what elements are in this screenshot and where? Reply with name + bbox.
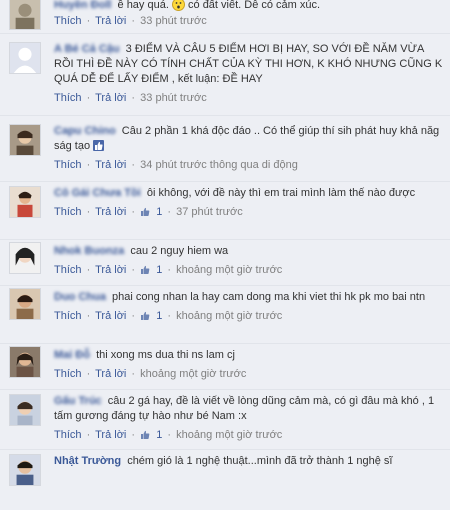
like-link[interactable]: Thích bbox=[54, 15, 82, 27]
avatar[interactable] bbox=[9, 242, 41, 274]
comment-text: phai cong nhan la hay cam dong ma khi vi… bbox=[112, 291, 426, 303]
avatar[interactable] bbox=[9, 346, 41, 378]
like-count[interactable]: 1 bbox=[156, 310, 162, 322]
like-link[interactable]: Thích bbox=[54, 159, 82, 171]
comment-item: A Bé Cả Cậu 3 ĐIỂM VÀ CÂU 5 ĐIỂM HƠI BỊ … bbox=[0, 34, 450, 116]
avatar[interactable] bbox=[9, 0, 41, 30]
separator: · bbox=[167, 206, 172, 218]
timestamp[interactable]: 34 phút trước bbox=[140, 159, 207, 171]
comment-text: cau 2 nguy hiem wa bbox=[130, 245, 229, 257]
comment-actions: Thích · Trả lời · khoảng một giờ trước bbox=[54, 367, 444, 382]
comment-text: chém gió là 1 nghệ thuật...mình đã trở t… bbox=[127, 455, 393, 467]
comment-author[interactable]: A Bé Cả Cậu bbox=[54, 43, 120, 55]
timestamp[interactable]: 33 phút trước bbox=[140, 92, 207, 104]
reply-link[interactable]: Trả lời bbox=[95, 159, 126, 171]
reply-link[interactable]: Trả lời bbox=[95, 264, 126, 276]
like-count[interactable]: 1 bbox=[156, 264, 162, 276]
comment-text-continued: có đất viết. Dễ có cảm xúc. bbox=[188, 0, 321, 11]
comment-item: Gấu Trúc câu 2 gá hay, đề là viết về lòn… bbox=[0, 390, 450, 450]
separator: · bbox=[86, 264, 91, 276]
comment-author[interactable]: Cô Gái Chưa Tồi bbox=[54, 187, 141, 199]
timestamp[interactable]: khoảng một giờ trước bbox=[176, 264, 282, 276]
like-link[interactable]: Thích bbox=[54, 206, 82, 218]
comment-actions: Thích · Trả lời · 34 phút trước thông qu… bbox=[54, 158, 444, 173]
like-count[interactable]: 1 bbox=[156, 429, 162, 441]
comment-item: Capu Chino Câu 2 phần 1 khá độc đáo .. C… bbox=[0, 116, 450, 182]
like-count-icon bbox=[140, 206, 151, 217]
separator: · bbox=[131, 92, 136, 104]
comment-author[interactable]: Mai Đỗ bbox=[54, 349, 90, 361]
separator: · bbox=[86, 92, 91, 104]
separator: · bbox=[86, 15, 91, 27]
avatar[interactable] bbox=[9, 186, 41, 218]
comment-text: ôi không, với đề này thì em trai mình là… bbox=[146, 187, 416, 199]
like-link[interactable]: Thích bbox=[54, 429, 82, 441]
separator: · bbox=[131, 159, 136, 171]
separator: · bbox=[167, 310, 172, 322]
comment-text: ề hay quá. bbox=[117, 0, 169, 11]
reply-link[interactable]: Trả lời bbox=[95, 368, 126, 380]
reply-link[interactable]: Trả lời bbox=[95, 310, 126, 322]
comment-actions: Thích · Trả lời · 1 · khoảng một giờ trư… bbox=[54, 263, 444, 278]
timestamp[interactable]: 37 phút trước bbox=[176, 206, 243, 218]
separator: · bbox=[131, 15, 136, 27]
comment-text: thi xong ms dua thi ns lam cj bbox=[96, 349, 235, 361]
separator: · bbox=[131, 264, 136, 276]
separator: · bbox=[131, 310, 136, 322]
reply-link[interactable]: Trả lời bbox=[95, 92, 126, 104]
avatar[interactable] bbox=[9, 454, 41, 486]
separator: · bbox=[86, 159, 91, 171]
like-count-icon bbox=[140, 310, 151, 321]
comment-actions: Thích · Trả lời · 33 phút trước bbox=[54, 91, 444, 106]
avatar[interactable] bbox=[9, 288, 41, 320]
timestamp[interactable]: khoảng một giờ trước bbox=[176, 310, 282, 322]
separator: · bbox=[167, 264, 172, 276]
timestamp[interactable]: khoảng một giờ trước bbox=[176, 429, 282, 441]
avatar[interactable] bbox=[9, 42, 41, 74]
comment-text: câu 2 gá hay, đề là viết về lòng dũng cả… bbox=[54, 395, 435, 422]
like-link[interactable]: Thích bbox=[54, 310, 82, 322]
comment-feed: Huyền Đoll ề hay quá. có đất viết. Dễ có… bbox=[0, 0, 450, 510]
comment-item: Cô Gái Chưa Tồi ôi không, với đề này thì… bbox=[0, 182, 450, 240]
comment-actions: Thích · Trả lời · 33 phút trước bbox=[54, 14, 444, 29]
reply-link[interactable]: Trả lời bbox=[95, 429, 126, 441]
comment-actions: Thích · Trả lời · 1 · khoảng một giờ trư… bbox=[54, 428, 444, 443]
comment-actions: Thích · Trả lời · 1 · khoảng một giờ trư… bbox=[54, 309, 444, 324]
separator: · bbox=[167, 429, 172, 441]
comment-item: Mai Đỗ thi xong ms dua thi ns lam cj Thí… bbox=[0, 344, 450, 390]
avatar[interactable] bbox=[9, 124, 41, 156]
timestamp[interactable]: 33 phút trước bbox=[140, 15, 207, 27]
comment-author[interactable]: Nhật Trường bbox=[54, 455, 121, 467]
comment-actions: Thích · Trả lời · 1 · 37 phút trước bbox=[54, 205, 444, 220]
like-count-icon bbox=[140, 264, 151, 275]
comment-author[interactable]: Nhok Buonza bbox=[54, 245, 124, 257]
confused-emoji-icon bbox=[171, 0, 185, 11]
like-link[interactable]: Thích bbox=[54, 92, 82, 104]
separator: · bbox=[131, 429, 136, 441]
comment-item: Nhật Trường chém gió là 1 nghệ thuật...m… bbox=[0, 450, 450, 510]
posted-via-mobile[interactable]: thông qua di động bbox=[210, 159, 298, 171]
comment-item: Nhok Buonza cau 2 nguy hiem wa Thích · T… bbox=[0, 240, 450, 286]
like-link[interactable]: Thích bbox=[54, 264, 82, 276]
separator: · bbox=[86, 310, 91, 322]
comment-author[interactable]: Huyền Đoll bbox=[54, 0, 111, 11]
separator: · bbox=[86, 206, 91, 218]
like-link[interactable]: Thích bbox=[54, 368, 82, 380]
comment-item: Duo Chua phai cong nhan la hay cam dong … bbox=[0, 286, 450, 344]
timestamp[interactable]: khoảng một giờ trước bbox=[140, 368, 246, 380]
reply-link[interactable]: Trả lời bbox=[95, 206, 126, 218]
comment-author[interactable]: Duo Chua bbox=[54, 291, 106, 303]
reply-link[interactable]: Trả lời bbox=[95, 15, 126, 27]
comment-item: Huyền Đoll ề hay quá. có đất viết. Dễ có… bbox=[0, 0, 450, 34]
separator: · bbox=[131, 368, 136, 380]
avatar[interactable] bbox=[9, 394, 41, 426]
comment-author[interactable]: Gấu Trúc bbox=[54, 395, 102, 407]
separator: · bbox=[86, 429, 91, 441]
like-count[interactable]: 1 bbox=[156, 206, 162, 218]
comment-author[interactable]: Capu Chino bbox=[54, 125, 116, 137]
separator: · bbox=[86, 368, 91, 380]
like-count-icon bbox=[140, 429, 151, 440]
separator: · bbox=[131, 206, 136, 218]
thumbs-up-icon bbox=[93, 140, 105, 151]
